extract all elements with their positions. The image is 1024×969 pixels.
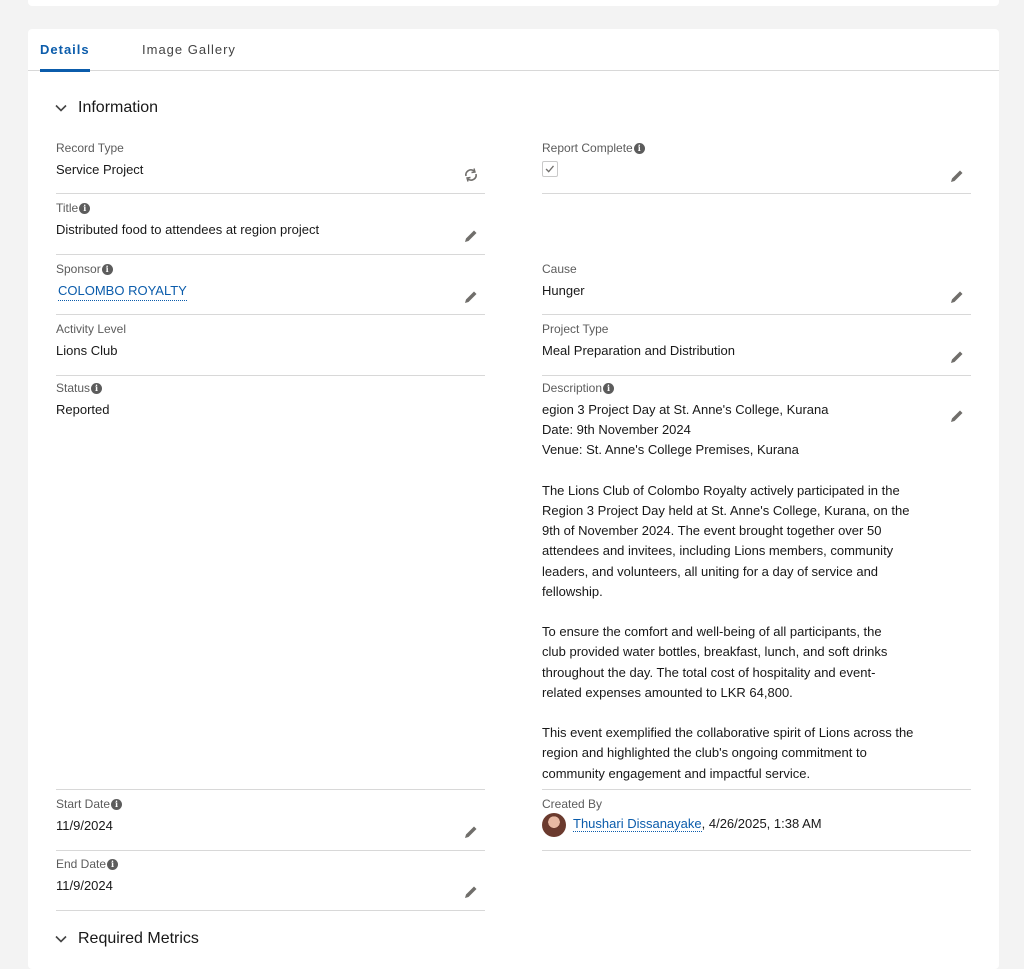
field-record-type: Record Type Service Project — [56, 141, 485, 194]
field-label: Title i — [56, 201, 91, 215]
info-icon[interactable]: i — [633, 142, 645, 154]
pencil-icon[interactable] — [463, 824, 479, 840]
field-label: Start Date i — [56, 797, 123, 811]
cause-value: Hunger — [542, 283, 585, 298]
description-paragraph: This event exemplified the collaborative… — [542, 725, 914, 781]
tab-image-gallery[interactable]: Image Gallery — [142, 29, 236, 71]
title-value: Distributed food to attendees at region … — [56, 222, 320, 237]
sponsor-link[interactable]: COLOMBO ROYALTY — [58, 282, 187, 301]
field-label: Created By — [542, 797, 603, 811]
info-icon[interactable]: i — [101, 263, 113, 275]
field-status: Status i Reported — [56, 381, 485, 790]
project-type-value: Meal Preparation and Distribution — [542, 343, 735, 358]
field-label: Description i — [542, 381, 615, 395]
field-label: End Date i — [56, 857, 119, 871]
end-date-value: 11/9/2024 — [56, 878, 113, 893]
pencil-icon[interactable] — [463, 884, 479, 900]
pencil-icon[interactable] — [949, 408, 965, 424]
status-value: Reported — [56, 402, 110, 417]
chevron-down-icon — [55, 935, 67, 943]
tab-details[interactable]: Details — [40, 29, 90, 72]
field-label: Sponsor i — [56, 262, 113, 276]
record-type-value: Service Project — [56, 162, 144, 177]
field-cause: Cause Hunger — [542, 262, 971, 315]
section-required-metrics-toggle[interactable]: Required Metrics — [54, 927, 199, 951]
info-icon[interactable]: i — [107, 858, 119, 870]
pencil-icon[interactable] — [463, 289, 479, 305]
field-created-by: Created By Thushari Dissanayake , 4/26/2… — [542, 797, 971, 851]
field-start-date: Start Date i 11/9/2024 — [56, 797, 485, 851]
field-end-date: End Date i 11/9/2024 — [56, 857, 485, 911]
description-paragraph: To ensure the comfort and well-being of … — [542, 624, 888, 700]
pencil-icon[interactable] — [949, 349, 965, 365]
section-information-toggle[interactable]: Information — [54, 96, 158, 120]
field-project-type: Project Type Meal Preparation and Distri… — [542, 322, 971, 376]
created-timestamp: , 4/26/2025, 1:38 AM — [701, 816, 822, 831]
description-paragraph: egion 3 Project Day at St. Anne's Colleg… — [542, 402, 829, 458]
field-label: Cause — [542, 262, 577, 276]
field-label: Activity Level — [56, 322, 127, 336]
top-card — [28, 0, 999, 6]
info-icon[interactable]: i — [91, 382, 103, 394]
section-information-title: Information — [78, 99, 159, 116]
report-complete-checkbox — [542, 161, 558, 177]
section-required-metrics-title: Required Metrics — [78, 930, 199, 947]
start-date-value: 11/9/2024 — [56, 818, 113, 833]
field-label: Status i — [56, 381, 103, 395]
field-title: Title i Distributed food to attendees at … — [56, 201, 485, 255]
field-description: Description i egion 3 Project Day at St. … — [542, 381, 971, 790]
field-activity-level: Activity Level Lions Club — [56, 322, 485, 376]
info-icon[interactable]: i — [603, 382, 615, 394]
activity-level-value: Lions Club — [56, 343, 118, 358]
field-sponsor: Sponsor i COLOMBO ROYALTY — [56, 262, 485, 315]
pencil-icon[interactable] — [463, 228, 479, 244]
avatar[interactable] — [542, 813, 566, 837]
description-paragraph: The Lions Club of Colombo Royalty active… — [542, 482, 910, 599]
chevron-down-icon — [55, 104, 67, 112]
field-report-complete: Report Complete i — [542, 141, 971, 194]
field-label: Record Type — [56, 141, 124, 155]
created-by-user-link[interactable]: Thushari Dissanayake — [573, 816, 702, 832]
field-label: Report Complete i — [542, 141, 645, 155]
info-icon[interactable]: i — [79, 202, 91, 214]
record-detail-card: Details Image Gallery Information Record… — [28, 29, 999, 969]
tab-bar: Details Image Gallery — [28, 29, 999, 72]
field-label: Project Type — [542, 322, 609, 336]
change-record-type-icon[interactable] — [463, 167, 479, 183]
pencil-icon[interactable] — [949, 289, 965, 305]
info-icon[interactable]: i — [111, 798, 123, 810]
pencil-icon[interactable] — [949, 168, 965, 184]
checkmark-icon — [545, 165, 555, 173]
description-value: egion 3 Project Day at St. Anne's Colleg… — [542, 400, 957, 784]
created-by-value: Thushari Dissanayake , 4/26/2025, 1:38 A… — [573, 816, 822, 832]
